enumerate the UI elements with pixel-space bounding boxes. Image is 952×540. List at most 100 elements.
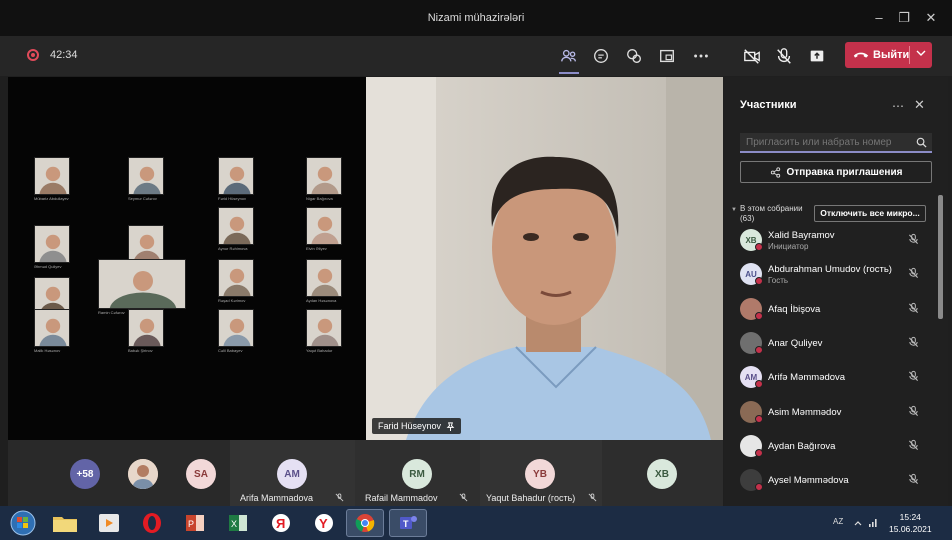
section-title: В этом собрании — [740, 204, 803, 213]
taskbar-excel[interactable]: X — [219, 509, 257, 537]
participant-name: Xalid Bayramov — [768, 230, 835, 241]
camera-toggle-button[interactable] — [740, 44, 764, 68]
gallery-tile — [306, 309, 342, 347]
participant-thumbnail-icon — [223, 268, 251, 296]
participant-photo-avatar[interactable] — [128, 459, 158, 489]
yandex-icon: Я — [272, 514, 290, 532]
participant-row[interactable]: XB Xalid Bayramov Инициатор — [740, 227, 940, 257]
mic-off-icon[interactable] — [908, 266, 919, 284]
maximize-button[interactable]: ❐ — [893, 8, 915, 28]
mic-off-icon[interactable] — [908, 438, 919, 456]
participant-thumbnail-icon — [39, 166, 67, 194]
taskbar-opera[interactable] — [133, 509, 171, 537]
presence-status-icon — [755, 483, 763, 492]
title-bar: Nizami mühazirələri – ❐ ✕ — [0, 0, 952, 36]
panel-close-button[interactable]: ✕ — [914, 97, 925, 113]
mic-off-icon[interactable] — [908, 404, 919, 422]
strip-tile-yaqut[interactable]: YB Yaqut Bahadur (гость) — [480, 440, 602, 506]
gallery-tile — [306, 207, 342, 245]
gallery-tile — [34, 225, 70, 263]
share-screen-button[interactable] — [805, 44, 829, 68]
gallery-tile — [34, 309, 70, 347]
collapse-caret-icon[interactable]: ▼ — [731, 207, 737, 213]
gallery-tile — [128, 225, 164, 263]
mic-off-icon[interactable] — [908, 301, 919, 319]
presence-status-icon — [755, 311, 763, 320]
strip-tile-rafail[interactable]: RM Rafail Mammadov — [355, 440, 480, 506]
chevron-down-icon — [916, 50, 926, 56]
panel-more-button[interactable]: ⋯ — [892, 99, 904, 113]
participant-row[interactable]: Aysel Məmmədova — [740, 467, 940, 497]
gallery-tile — [128, 157, 164, 195]
mic-off-icon[interactable] — [908, 369, 919, 387]
speaker-name-chip: Farid Hüseynov — [372, 418, 462, 434]
avatar-sa[interactable]: SA — [186, 459, 216, 489]
taskbar-media-player[interactable] — [90, 509, 128, 537]
participants-button[interactable] — [557, 44, 581, 74]
participant-row[interactable]: Aydan Bağırova — [740, 433, 940, 463]
mic-off-icon[interactable] — [908, 335, 919, 353]
presence-status-icon — [755, 380, 763, 389]
participant-thumbnail-icon — [109, 271, 177, 308]
system-clock[interactable]: 15:24 15.06.2021 — [889, 511, 932, 535]
chat-button[interactable] — [589, 44, 613, 68]
leave-label: Выйти — [873, 49, 910, 61]
gallery-tile — [306, 157, 342, 195]
strip-tile-arifa[interactable]: AM Arifa Mammadova — [230, 440, 355, 506]
gallery-tile-name: Rəşad Kərimov — [218, 298, 246, 303]
network-icon[interactable] — [868, 517, 878, 527]
start-button[interactable] — [4, 509, 42, 537]
mic-off-icon — [335, 493, 344, 502]
avatar-am: AM — [277, 459, 307, 489]
gallery-tile — [34, 157, 70, 195]
taskbar-file-explorer[interactable] — [46, 509, 84, 537]
pin-icon — [446, 421, 455, 431]
leave-button[interactable]: Выйти — [845, 42, 932, 68]
reactions-button[interactable] — [622, 44, 646, 68]
close-window-button[interactable]: ✕ — [920, 8, 942, 28]
opera-icon — [143, 513, 161, 533]
folder-icon — [53, 517, 77, 532]
overflow-count[interactable]: +58 — [70, 459, 100, 489]
avatar-xb: XB — [647, 459, 677, 489]
invite-search-input[interactable] — [746, 137, 914, 148]
invite-search-field[interactable] — [740, 133, 932, 153]
taskbar-yandex[interactable]: Y — [305, 509, 343, 537]
mic-off-icon[interactable] — [908, 472, 919, 490]
participant-row[interactable]: AM Arifə Məmmədova — [740, 364, 940, 394]
in-meeting-section[interactable]: В этом собрании (63) — [740, 204, 803, 224]
participant-thumbnail-icon — [223, 166, 251, 194]
participant-row[interactable]: Asim Məmmədov — [740, 399, 940, 429]
taskbar-teams[interactable]: T — [389, 509, 427, 537]
participant-row[interactable]: Anar Quliyev — [740, 330, 940, 360]
breakout-rooms-button[interactable] — [655, 44, 679, 68]
minimize-button[interactable]: – — [868, 8, 890, 28]
tray-arrow-icon[interactable] — [853, 518, 863, 528]
clock-time: 15:24 — [899, 512, 921, 522]
gallery-tile-name: Seymur Cəfərov — [128, 196, 157, 201]
presence-status-icon — [755, 448, 763, 457]
taskbar-yandex-browser[interactable]: Я — [262, 509, 300, 537]
send-invite-button[interactable]: Отправка приглашения — [740, 161, 932, 183]
taskbar-chrome[interactable] — [346, 509, 384, 537]
gallery-tile — [306, 259, 342, 297]
shared-gallery-view: Mübariz Abdullayev Seymur Cəfərov Fərid Hü… — [8, 77, 366, 440]
recording-icon — [27, 49, 39, 61]
mute-all-button[interactable]: Отключить все микро... — [814, 205, 926, 222]
participant-row[interactable]: Afaq İbişova — [740, 296, 940, 326]
gallery-tile-name: Aynur Rəhimova — [218, 246, 248, 251]
mic-toggle-button[interactable] — [772, 44, 796, 68]
gallery-tile-name: Elvin Əliyev — [306, 246, 327, 251]
participant-thumbnail-icon — [223, 318, 251, 346]
participant-name: Aysel Məmmədova — [768, 475, 849, 487]
more-actions-button[interactable] — [689, 44, 713, 68]
keyboard-language[interactable]: AZ — [833, 517, 843, 526]
people-icon — [561, 49, 576, 62]
strip-tile-xb[interactable]: XB — [602, 440, 723, 506]
strip-name: Rafail Mammadov — [365, 493, 438, 503]
mic-off-icon[interactable] — [908, 232, 919, 250]
participant-thumbnail-icon — [39, 234, 67, 262]
taskbar-powerpoint[interactable]: P — [176, 509, 214, 537]
participant-row[interactable]: AU Abdurahman Umudov (гость) Гость — [740, 261, 940, 291]
search-icon[interactable] — [916, 137, 927, 148]
